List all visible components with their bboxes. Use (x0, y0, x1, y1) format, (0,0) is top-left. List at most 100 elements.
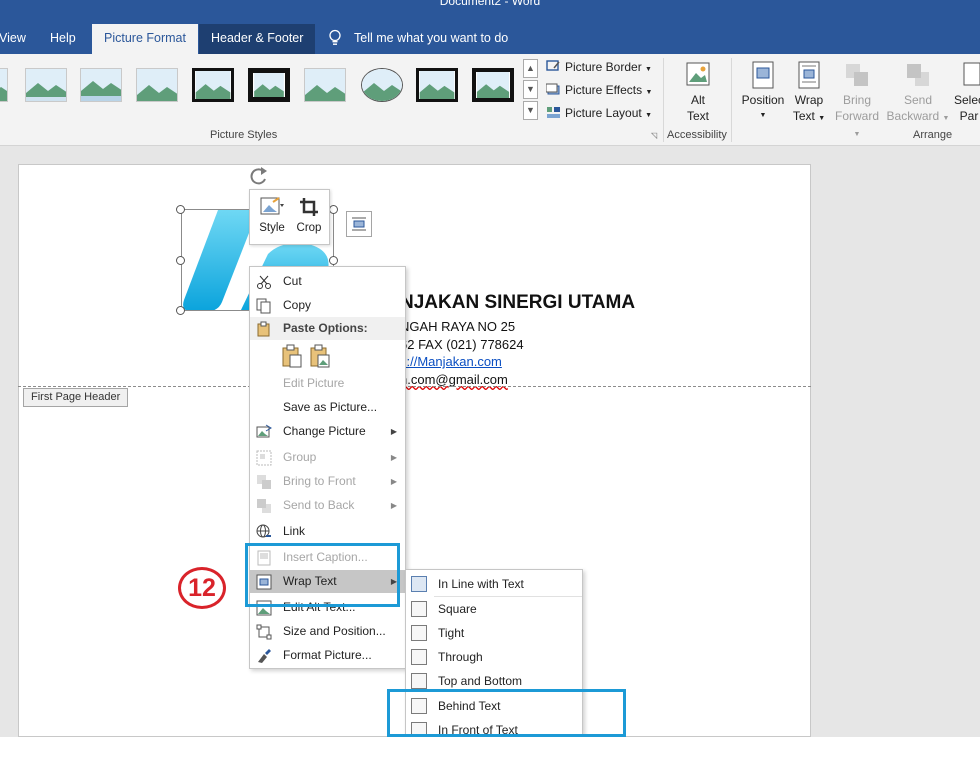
resize-handle[interactable] (329, 205, 338, 214)
gallery-scroll-down-icon[interactable]: ▼ (523, 80, 538, 99)
menu-item-label: Change Picture (283, 424, 366, 438)
picture-effects-button[interactable]: Picture Effects ▼ (546, 83, 652, 97)
gallery-scroll-up-icon[interactable]: ▲ (523, 59, 538, 78)
resize-handle[interactable] (329, 256, 338, 265)
menu-item-label: Copy (283, 298, 312, 312)
menu-item-cut[interactable]: Cut (250, 270, 405, 293)
tab-help[interactable]: Help (38, 24, 88, 54)
send-backward-button[interactable]: Send Backward ▼ (885, 60, 951, 127)
paste-keep-source-icon[interactable] (281, 344, 303, 368)
bring-forward-button[interactable]: Bring Forward ▼ (831, 60, 883, 143)
size-position-icon (256, 624, 272, 640)
menu-item-copy[interactable]: Copy (250, 294, 405, 317)
square-wrap-icon (411, 601, 427, 617)
picture-style-5[interactable] (192, 68, 234, 102)
bring-forward-label-2: Forward ▼ (831, 108, 883, 143)
chevron-down-icon: ▼ (853, 131, 861, 138)
picture-style-8[interactable] (361, 68, 403, 102)
layout-options-button[interactable] (346, 211, 372, 237)
picture-style-7[interactable] (304, 68, 346, 102)
alt-text-button[interactable]: Alt Text (678, 60, 718, 124)
resize-handle[interactable] (176, 306, 185, 315)
send-backward-label-1: Send (903, 93, 933, 107)
wrap-text-label-2-text: Text (792, 109, 815, 123)
picture-style-9[interactable] (416, 68, 458, 102)
dialog-launcher-icon[interactable]: ◹ (651, 131, 657, 140)
context-menu: Cut Copy Paste Options: Edit Picture Sav… (249, 266, 406, 669)
selection-pane-button[interactable]: Selec Par (951, 60, 980, 124)
selection-pane-label-1: Selec (953, 93, 980, 107)
picture-border-button[interactable]: Picture Border ▼ (546, 60, 652, 74)
picture-style-1[interactable] (0, 68, 8, 102)
crop-icon (300, 198, 318, 216)
crop-button[interactable]: Crop (291, 196, 327, 234)
tab-header-footer[interactable]: Header & Footer (199, 24, 316, 54)
menu-item-label: Format Picture... (283, 648, 372, 662)
tab-view[interactable]: View (0, 24, 38, 54)
rotate-handle-icon[interactable] (246, 163, 272, 189)
in-line-icon (411, 576, 427, 592)
paste-icon (257, 321, 270, 337)
picture-style-6[interactable] (248, 68, 290, 102)
wrap-option-through[interactable]: Through (406, 645, 582, 669)
header-separator (18, 386, 811, 387)
resize-handle[interactable] (176, 256, 185, 265)
lightbulb-icon (329, 29, 341, 45)
scissors-icon (257, 275, 271, 289)
picture-style-3[interactable] (80, 68, 122, 102)
menu-item-link[interactable]: Link (250, 520, 405, 543)
menu-item-size-and-position[interactable]: Size and Position... (250, 620, 405, 643)
tell-me-search[interactable]: Tell me what you want to do (342, 24, 520, 54)
menu-item-change-picture[interactable]: Change Picture ▶ (250, 420, 405, 443)
resize-handle[interactable] (176, 205, 185, 214)
selection-pane-icon (963, 62, 980, 86)
alt-text-icon (686, 62, 710, 86)
menu-item-save-as-picture[interactable]: Save as Picture... (250, 396, 405, 419)
submenu-arrow-icon: ▶ (390, 453, 397, 462)
ribbon-divider (731, 58, 732, 142)
layout-options-icon (352, 217, 366, 231)
style-label: Style (259, 222, 285, 234)
link-globe-icon (256, 524, 271, 538)
picture-style-10[interactable] (472, 68, 514, 102)
wrap-option-square[interactable]: Square (406, 597, 582, 621)
menu-item-bring-to-front: Bring to Front ▶ (250, 470, 405, 493)
wrap-option-in-line[interactable]: In Line with Text (406, 572, 582, 596)
picture-border-label: Picture Border (565, 60, 642, 74)
picture-effects-icon (546, 83, 560, 95)
menu-item-format-picture[interactable]: Format Picture... (250, 644, 405, 667)
picture-style-2[interactable] (25, 68, 67, 102)
selection-pane-label-2: Par (959, 109, 979, 123)
picture-border-icon (546, 60, 560, 71)
position-button[interactable]: Position ▼ (740, 60, 786, 124)
paste-picture-icon[interactable] (309, 344, 331, 368)
chevron-down-icon: ▼ (942, 115, 950, 122)
tab-picture-format[interactable]: Picture Format (92, 24, 198, 54)
picture-style-4[interactable] (136, 68, 178, 102)
wrap-option-tight[interactable]: Tight (406, 621, 582, 645)
wrap-option-label: Tight (438, 626, 465, 640)
wrap-text-label-1: Wrap (794, 93, 824, 107)
first-page-header-tag: First Page Header (23, 388, 129, 407)
picture-layout-icon (547, 107, 560, 118)
chevron-down-icon: ▼ (645, 89, 653, 96)
alt-text-label-2: Text (686, 109, 709, 123)
picture-layout-button[interactable]: Picture Layout ▼ (546, 106, 652, 120)
wrap-option-label: In Line with Text (438, 577, 524, 591)
send-backward-label-2: Backward ▼ (885, 108, 951, 127)
submenu-arrow-icon: ▶ (390, 477, 397, 486)
title-bar: Document2 - Word (0, 0, 980, 24)
ribbon-divider (663, 58, 664, 142)
bring-forward-label-1: Bring (842, 93, 871, 107)
send-backward-label-2-text: Backward (886, 109, 940, 123)
gallery-more-icon[interactable]: ▼ (523, 101, 538, 120)
highlight-behind-text (387, 689, 626, 737)
chevron-down-icon: ▼ (645, 66, 652, 73)
wrap-text-ribbon-button[interactable]: Wrap Text ▼ (789, 60, 829, 127)
bring-to-front-icon (257, 475, 271, 489)
bring-forward-icon (846, 64, 868, 86)
step-number-badge: 12 (178, 567, 226, 609)
menu-item-group: Group ▶ (250, 446, 405, 469)
style-button[interactable]: Style (254, 196, 290, 234)
company-website-link[interactable]: s://Manjakan.com (400, 354, 502, 369)
